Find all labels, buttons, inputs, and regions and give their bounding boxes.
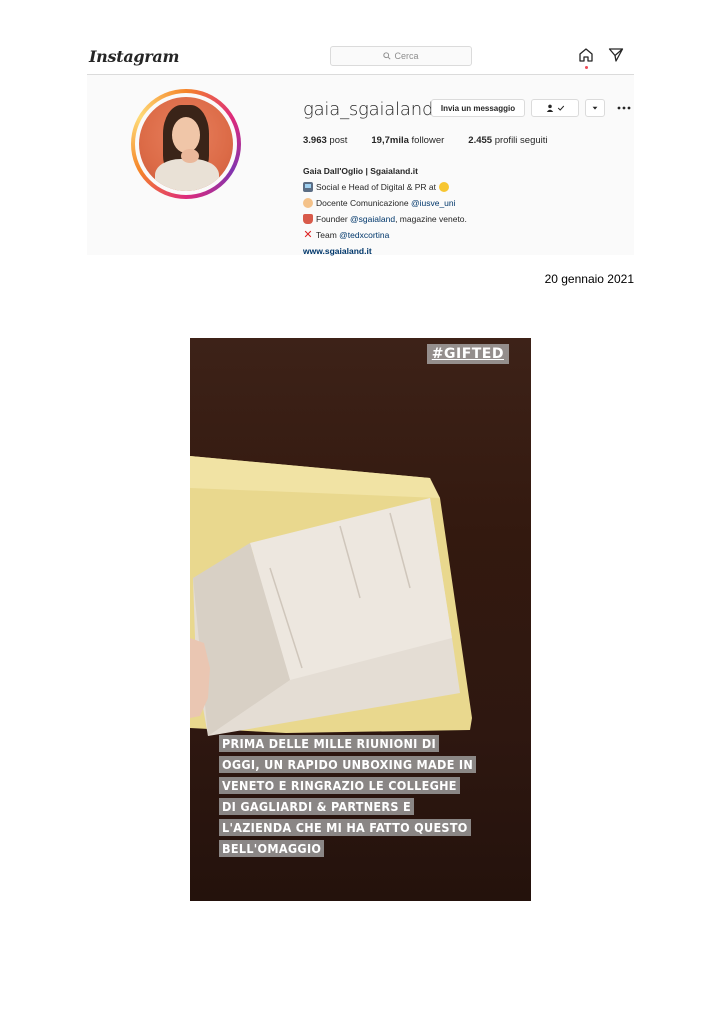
instagram-top-bar: Instagram Cerca: [87, 42, 634, 75]
story-caption: Prima delle mille riunioni di oggi, un r…: [219, 733, 489, 859]
story-image: #GIFTED Prima delle mille riunioni di og…: [190, 338, 531, 901]
caption-line: bell'omaggio: [219, 840, 325, 857]
cross-mark-icon: ✕: [303, 229, 313, 241]
bio-line: Founder @sgaialand, magazine veneto.: [303, 211, 467, 227]
website-link[interactable]: www.sgaialand.it: [303, 243, 372, 259]
profile-header: gaia_sgaialand Invia un messaggio 3.963 …: [87, 75, 634, 256]
winking-emoji-icon: [439, 182, 450, 192]
home-icon[interactable]: [578, 47, 594, 63]
bio-website: www.sgaialand.it: [303, 243, 467, 259]
send-message-button[interactable]: Invia un messaggio: [431, 99, 525, 117]
bio-line: Docente Comunicazione @iusve_uni: [303, 195, 467, 211]
caption-line: Prima delle mille riunioni di: [219, 735, 439, 752]
following-button[interactable]: [531, 99, 579, 117]
followers-count[interactable]: 19,7mila follower: [371, 135, 444, 146]
bio-full-name: Gaia Dall'Oglio | Sgaialand.it: [303, 166, 418, 176]
computer-emoji-icon: [303, 182, 313, 192]
more-dots-icon[interactable]: [616, 103, 632, 113]
direct-message-icon[interactable]: [608, 47, 624, 63]
caption-line: di Gagliardi & Partners e: [219, 798, 414, 815]
notification-dot: [585, 66, 588, 69]
teacher-emoji-icon: [303, 198, 313, 208]
posts-count[interactable]: 3.963 post: [303, 135, 347, 146]
gifted-tag: #GIFTED: [426, 344, 509, 364]
caret-down-icon: [592, 106, 598, 110]
search-placeholder: Cerca: [394, 51, 419, 61]
mention-link[interactable]: @tedxcortina: [339, 227, 389, 243]
avatar[interactable]: [139, 97, 233, 191]
person-icon: [546, 104, 553, 112]
mention-link[interactable]: @iusve_uni: [411, 195, 456, 211]
suggestions-dropdown-button[interactable]: [585, 99, 605, 117]
mention-link[interactable]: @sgaialand: [350, 211, 395, 227]
document-date: 20 gennaio 2021: [544, 272, 634, 286]
story-ring[interactable]: [131, 89, 241, 199]
bio-line: ✕ Team @tedxcortina: [303, 227, 390, 243]
profile-bio: Gaia Dall'Oglio | Sgaialand.it Social e …: [303, 163, 467, 259]
search-icon: [383, 52, 392, 60]
founder-emoji-icon: [303, 214, 313, 224]
caption-line: l'azienda che mi ha fatto questo: [219, 819, 471, 836]
search-input[interactable]: Cerca: [330, 46, 472, 66]
profile-username: gaia_sgaialand: [303, 99, 434, 120]
following-count[interactable]: 2.455 profili seguiti: [468, 135, 547, 146]
check-icon: [557, 105, 564, 111]
caption-line: oggi, un rapido unboxing made in: [219, 756, 477, 773]
instagram-logo[interactable]: Instagram: [89, 47, 179, 66]
profile-stats: 3.963 post 19,7mila follower 2.455 profi…: [303, 135, 572, 146]
bio-line: Social e Head of Digital & PR at: [303, 179, 467, 195]
caption-line: Veneto e ringrazio le colleghe: [219, 777, 460, 794]
